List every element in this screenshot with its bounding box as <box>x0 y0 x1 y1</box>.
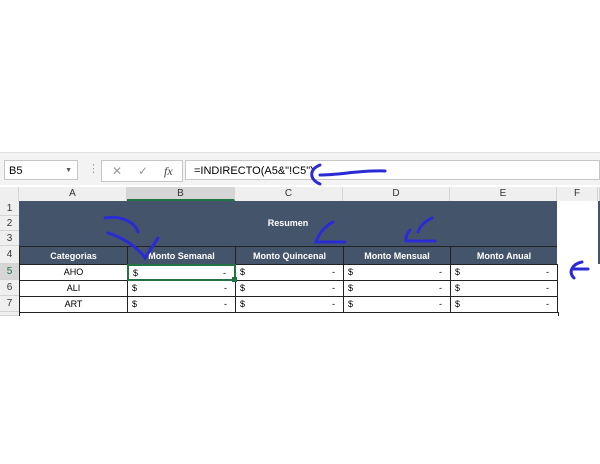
arrow-c-annotation <box>313 220 347 244</box>
amount-value: - <box>223 268 226 278</box>
arrow-b-annotation <box>103 215 160 261</box>
annotations <box>103 163 590 280</box>
arrow-d-annotation <box>404 216 437 243</box>
arrow-f-annotation <box>569 260 590 280</box>
fill-handle[interactable] <box>232 277 237 282</box>
arrow-formula-annotation <box>310 163 387 186</box>
currency-symbol: $ <box>133 268 139 278</box>
selected-cell-b5[interactable]: $ - <box>127 264 236 281</box>
